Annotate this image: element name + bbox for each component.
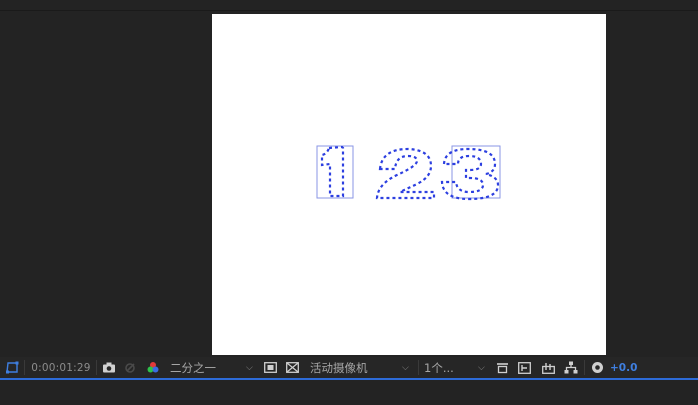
3d-view-dropdown[interactable]: 活动摄像机 ⌵ (310, 357, 414, 378)
chevron-down-icon: ⌵ (402, 362, 409, 373)
exposure-value-text: +0.0 (610, 361, 638, 374)
timeline-button[interactable] (540, 357, 556, 378)
resolution-value: 二分之一 (170, 360, 216, 375)
toggle-mask-visibility-button[interactable] (3, 357, 21, 378)
composition-flowchart-button[interactable] (562, 357, 580, 378)
glyph-3-path[interactable] (440, 147, 500, 201)
region-of-interest-icon (263, 362, 277, 373)
current-time-display[interactable]: 0:00:01:29 (28, 357, 94, 378)
pixel-aspect-correction-button[interactable] (494, 357, 510, 378)
composition-canvas[interactable] (212, 14, 606, 355)
fast-previews-icon (517, 361, 531, 374)
camera-view-value: 活动摄像机 (310, 360, 368, 375)
flowchart-icon (564, 361, 578, 374)
glyph-2-path[interactable] (375, 147, 436, 200)
rgb-channels-icon (147, 362, 159, 373)
camera-icon (103, 362, 115, 373)
timecode-text: 0:00:01:29 (31, 361, 91, 374)
toolbar-separator (584, 360, 585, 375)
timeline-icon (541, 362, 555, 374)
pixel-aspect-icon (496, 362, 508, 373)
toggle-transparency-grid-button[interactable] (284, 357, 300, 378)
fast-previews-button[interactable] (516, 357, 532, 378)
exposure-icon (591, 362, 603, 373)
view-layout-value: 1个... (424, 360, 454, 375)
text-outline-paths[interactable] (212, 14, 606, 355)
take-snapshot-button[interactable] (100, 357, 118, 378)
resolution-dropdown[interactable]: 二分之一 ⌵ (170, 357, 258, 378)
panel-footer (0, 380, 698, 405)
show-channel-button[interactable] (144, 357, 162, 378)
composition-viewer[interactable] (0, 0, 698, 357)
mask-path-icon (6, 361, 19, 374)
show-snapshot-icon (125, 362, 135, 373)
glyph-1-path[interactable] (320, 145, 345, 198)
reset-exposure-button[interactable] (588, 357, 606, 378)
glyph-3-bounding-box (451, 145, 501, 199)
exposure-value[interactable]: +0.0 (610, 357, 638, 378)
viewer-top-border (0, 10, 698, 11)
toolbar-separator (418, 360, 419, 375)
transparency-grid-icon (285, 362, 299, 373)
show-snapshot-button[interactable] (122, 357, 138, 378)
view-layout-dropdown[interactable]: 1个... ⌵ (424, 357, 488, 378)
toolbar-separator (96, 360, 97, 375)
chevron-down-icon: ⌵ (478, 362, 485, 373)
viewer-toolbar: 0:00:01:29 二分之一 ⌵ 活动摄像机 ⌵ 1个... ⌵ +0.0 (0, 357, 698, 378)
region-of-interest-button[interactable] (262, 357, 278, 378)
chevron-down-icon: ⌵ (246, 362, 253, 373)
toolbar-separator (24, 360, 25, 375)
